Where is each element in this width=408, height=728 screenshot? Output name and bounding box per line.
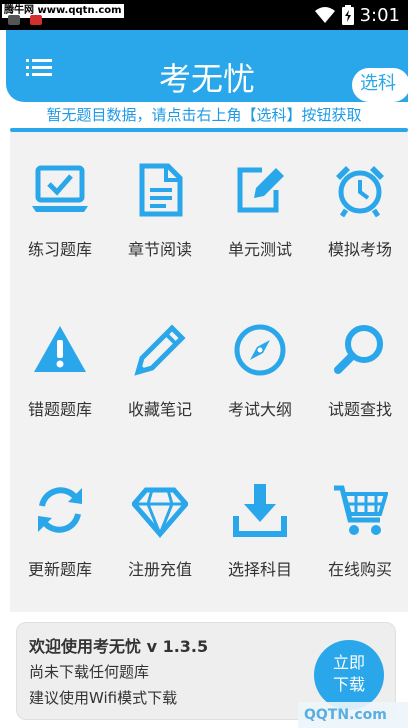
notification-icon: [8, 15, 20, 25]
search-icon: [334, 325, 383, 374]
grid-label: 单元测试: [227, 240, 292, 259]
corner-watermark: QQTN.com: [298, 702, 408, 728]
app-notification-icon: [30, 15, 42, 25]
notification-icons: [8, 15, 48, 25]
app-header: 考无忧 选科: [0, 30, 408, 104]
grid-label: 在线购买: [327, 560, 392, 579]
grid-label: 章节阅读: [127, 240, 192, 259]
diamond-icon: [132, 487, 188, 538]
grid-label: 练习题库: [27, 240, 92, 259]
welcome-title: 欢迎使用考无忧 v 1.3.5: [29, 637, 209, 656]
grid-item-wrong-questions[interactable]: 错题题库: [10, 292, 110, 452]
download-icon: [233, 484, 287, 537]
grid-item-unit-test[interactable]: 单元测试: [210, 132, 310, 292]
grid-item-register-recharge[interactable]: 注册充值: [110, 452, 210, 612]
cart-icon: [334, 485, 388, 535]
grid-label: 注册充值: [127, 560, 192, 579]
grid-item-chapter[interactable]: 章节阅读: [110, 132, 210, 292]
document-icon: [139, 163, 183, 217]
wifi-icon: [314, 7, 335, 23]
grid-label: 更新题库: [27, 560, 92, 579]
pen-icon: [134, 324, 186, 376]
grid-item-practice[interactable]: 练习题库: [10, 132, 110, 292]
grid-label: 收藏笔记: [127, 400, 192, 419]
grid-item-select-subject[interactable]: 选择科目: [210, 452, 310, 612]
welcome-tip: 建议使用Wifi模式下载: [29, 689, 178, 707]
grid-item-mock-exam[interactable]: 模拟考场: [310, 132, 408, 292]
notice-text: 暂无题目数据，请点击右上角【选科】按钮获取: [0, 102, 408, 128]
grid-item-favorites[interactable]: 收藏笔记: [110, 292, 210, 452]
header-bar: 考无忧: [6, 30, 408, 102]
app-title: 考无忧: [158, 60, 255, 98]
download-button-line2: 下载: [332, 675, 365, 694]
laptop-check-icon: [32, 165, 88, 212]
battery-icon: [341, 5, 354, 25]
select-subject-button[interactable]: 选科: [350, 66, 408, 104]
edit-icon: [237, 167, 284, 213]
grid-item-syllabus[interactable]: 考试大纲: [210, 292, 310, 452]
grid-item-search-questions[interactable]: 试题查找: [310, 292, 408, 452]
grid-label: 试题查找: [327, 400, 392, 419]
feature-grid: 练习题库 章节阅读 单元测试 模拟考场 错题题库 收藏笔记 考试大纲 试题查找 …: [10, 132, 408, 612]
alarm-clock-icon: [336, 166, 384, 218]
grid-label: 模拟考场: [327, 240, 392, 259]
status-bar: 腾牛网 www.qqtn.com 3:01: [0, 0, 408, 30]
grid-item-online-purchase[interactable]: 在线购买: [310, 452, 408, 612]
grid-item-update-bank[interactable]: 更新题库: [10, 452, 110, 612]
status-icons: 3:01: [314, 4, 400, 26]
clock: 3:01: [359, 4, 400, 26]
compass-icon: [234, 324, 286, 376]
grid-label: 考试大纲: [227, 400, 292, 419]
welcome-status: 尚未下载任何题库: [29, 663, 150, 681]
refresh-icon: [38, 487, 82, 533]
warning-icon: [34, 326, 86, 372]
download-button-line1: 立即: [332, 653, 365, 672]
grid-label: 选择科目: [227, 560, 292, 579]
download-now-button[interactable]: 立即 下载: [314, 640, 384, 710]
grid-label: 错题题库: [27, 400, 92, 419]
